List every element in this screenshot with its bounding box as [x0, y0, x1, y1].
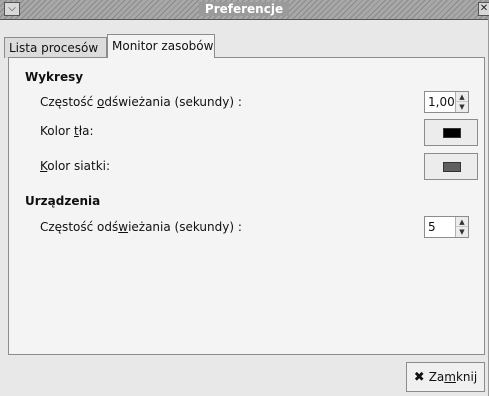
grid-color-button[interactable] [424, 153, 478, 180]
graphs-refresh-spinner[interactable]: 1,00 ▲ ▼ [424, 91, 469, 113]
spin-up-icon[interactable]: ▲ [456, 217, 468, 227]
x-icon: ✖ [413, 370, 425, 385]
grid-color-swatch [443, 162, 461, 172]
graphs-refresh-value[interactable]: 1,00 [428, 92, 455, 112]
graphs-refresh-label: Częstość odświeżania (sekundy) : [40, 95, 242, 109]
window-title: Preferencje [198, 2, 290, 16]
resource-monitor-panel: Wykresy Częstość odświeżania (sekundy) :… [8, 57, 485, 355]
tab-resource-monitor[interactable]: Monitor zasobów [107, 34, 215, 58]
preferences-window: ⌵ Preferencje ✕ Lista procesów Monitor z… [0, 0, 489, 396]
devices-refresh-label: Częstość odświeżania (sekundy) : [40, 220, 242, 234]
close-button[interactable]: ✖ Zamknij [406, 362, 485, 392]
background-color-swatch [443, 128, 461, 138]
spin-down-icon[interactable]: ▼ [456, 227, 468, 237]
section-title-graphs: Wykresy [25, 70, 84, 84]
background-color-label: Kolor tła: [40, 124, 94, 138]
spin-up-icon[interactable]: ▲ [456, 92, 468, 102]
title-bar[interactable]: ⌵ Preferencje ✕ [0, 0, 489, 20]
section-title-devices: Urządzenia [25, 194, 101, 208]
background-color-button[interactable] [424, 119, 478, 146]
grid-color-label: Kolor siatki: [40, 159, 111, 173]
devices-refresh-value[interactable]: 5 [428, 217, 436, 237]
close-icon[interactable]: ✕ [478, 2, 489, 16]
spin-down-icon[interactable]: ▼ [456, 102, 468, 112]
tab-process-list[interactable]: Lista procesów [4, 37, 107, 58]
devices-refresh-spinner[interactable]: 5 ▲ ▼ [424, 216, 469, 238]
